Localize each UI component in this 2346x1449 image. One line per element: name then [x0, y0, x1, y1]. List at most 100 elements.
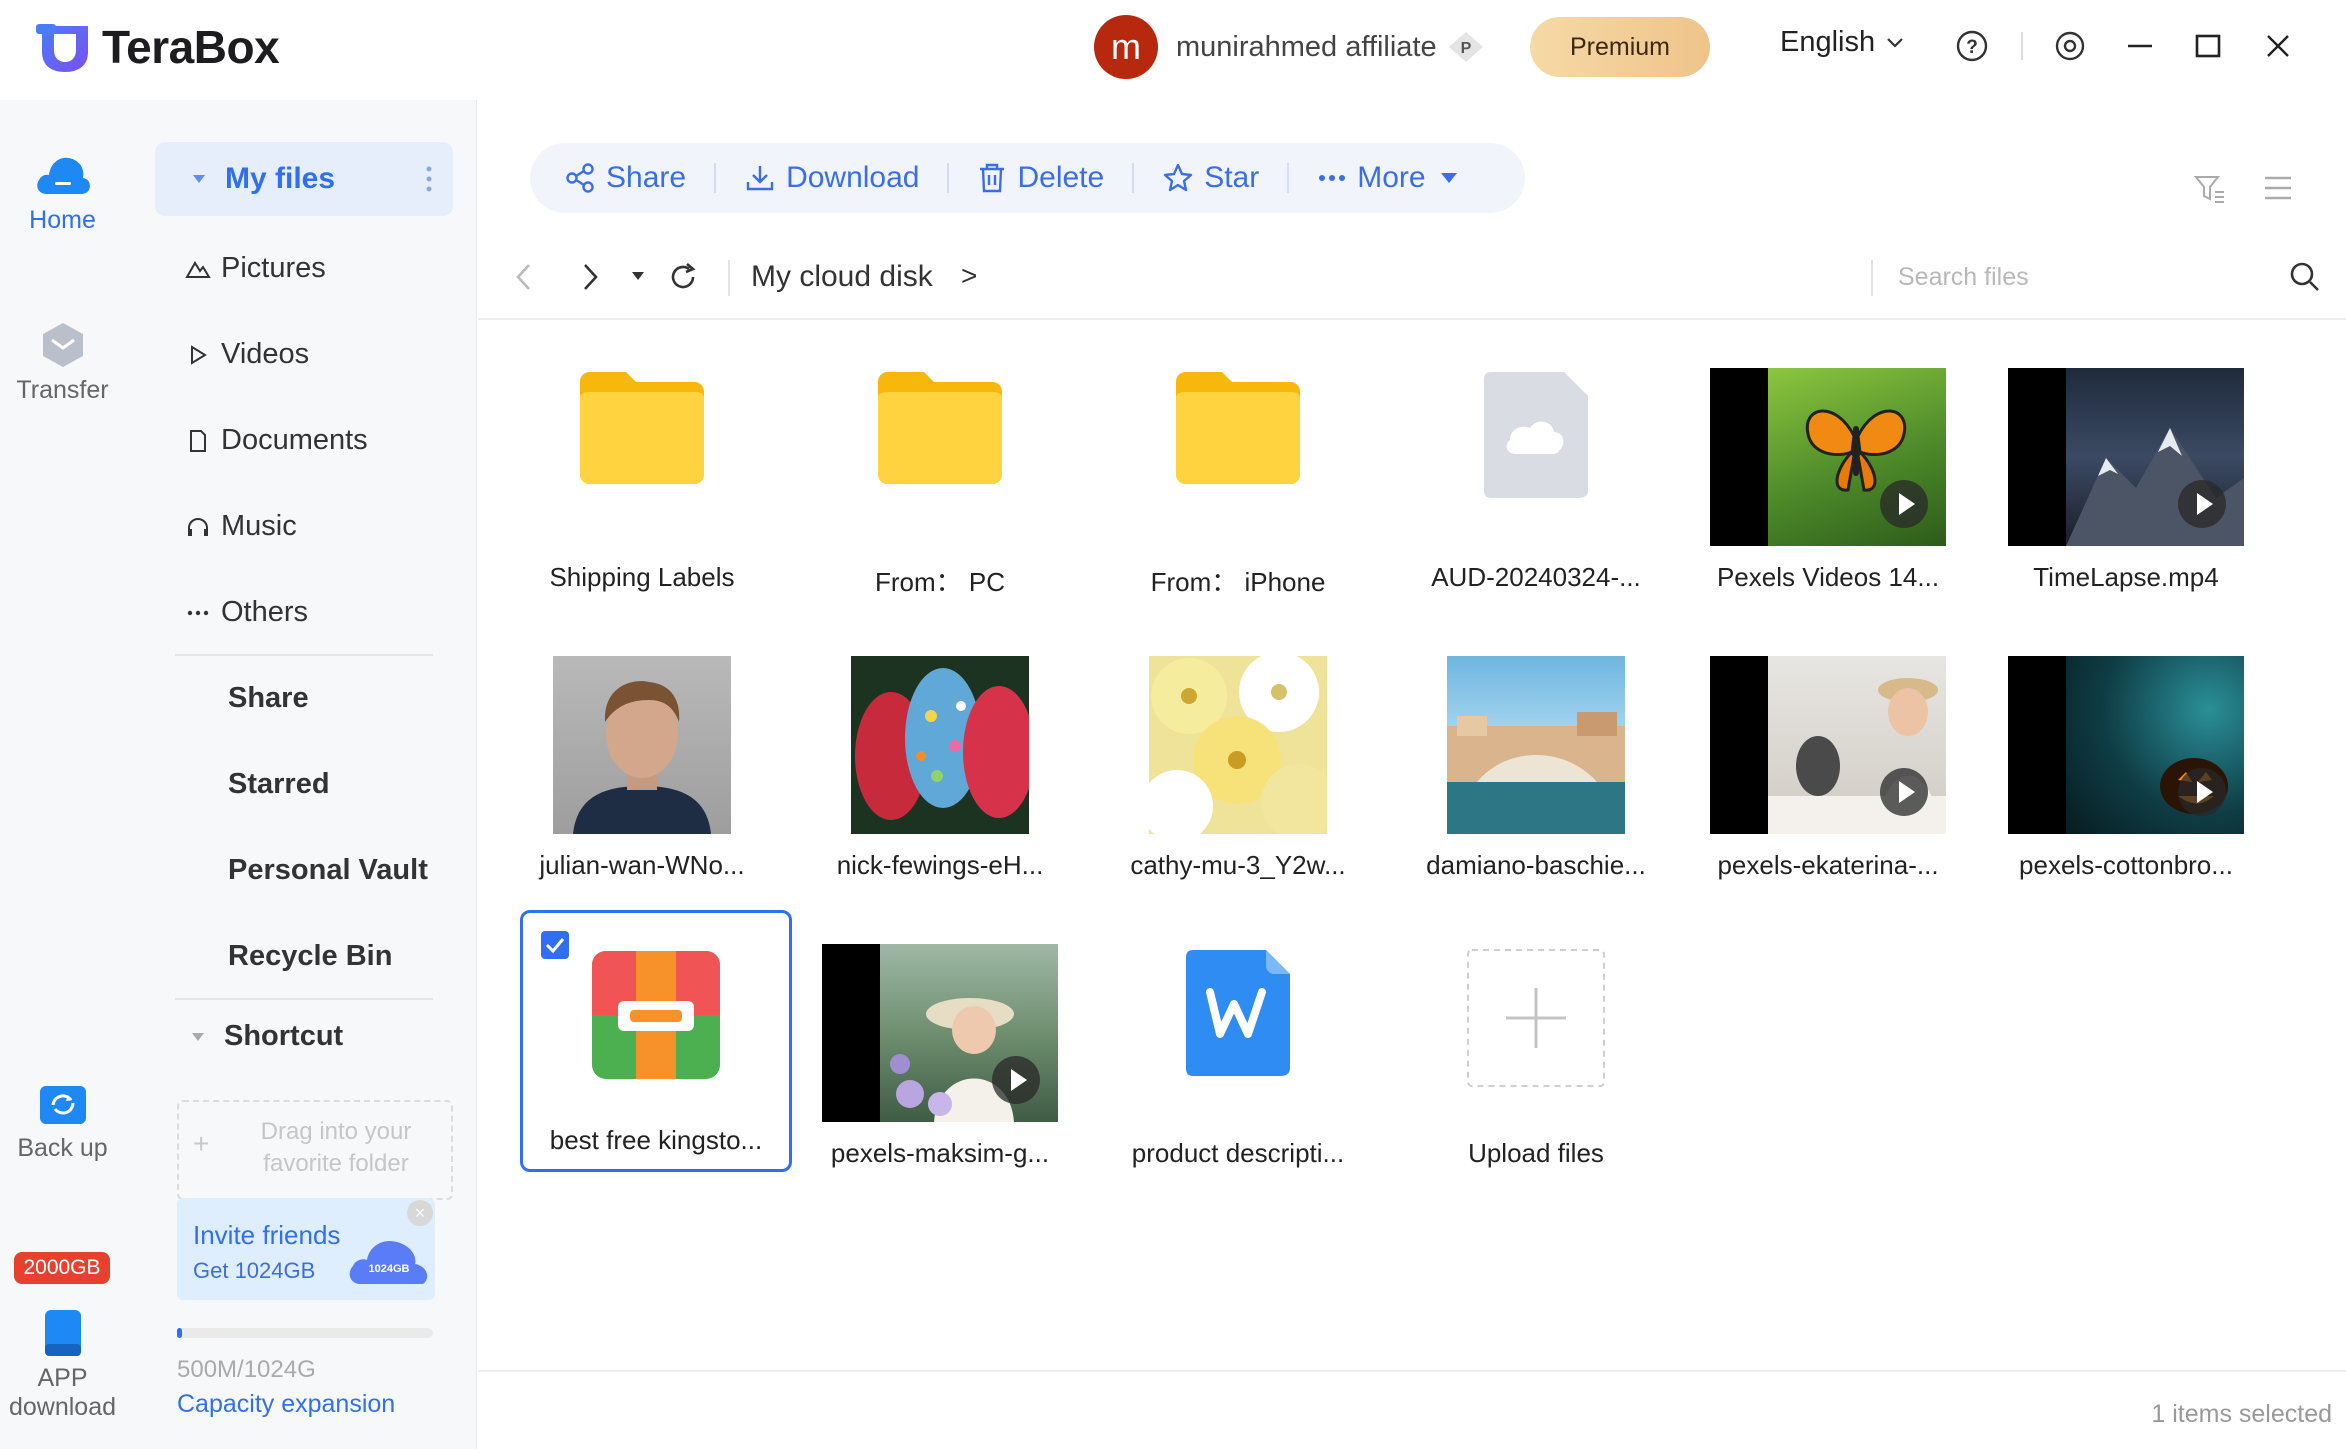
refresh-icon[interactable]: [666, 260, 700, 294]
share-button[interactable]: Share: [564, 161, 686, 195]
file-tile-folder[interactable]: From： PC: [806, 344, 1074, 597]
file-name: pexels-maksim-g...: [830, 1138, 1050, 1168]
list-view-icon[interactable]: [2262, 172, 2294, 204]
rail-home[interactable]: Home: [0, 150, 125, 235]
folder-icon: [1176, 372, 1300, 484]
ellipsis-icon: [1319, 175, 1346, 181]
file-tile-audio[interactable]: AUD-20240324-...: [1402, 344, 1670, 592]
file-tile-image[interactable]: nick-fewings-eH...: [806, 632, 1074, 880]
app-name: TeraBox: [102, 21, 280, 73]
rail-transfer-label: Transfer: [16, 376, 109, 404]
transfer-icon: [42, 323, 83, 367]
file-tile-video[interactable]: Pexels Videos 14...: [1694, 344, 1962, 592]
app-download-label-2: download: [8, 1393, 117, 1421]
sidebar-item-personal-vault[interactable]: Personal Vault: [228, 854, 428, 887]
sidebar-item-videos[interactable]: Videos: [185, 338, 309, 371]
breadcrumb-my-cloud-disk[interactable]: My cloud disk: [751, 260, 933, 294]
upload-files-tile[interactable]: Upload files: [1402, 920, 1670, 1168]
word-document-icon: [1186, 950, 1290, 1076]
sidebar-item-recycle-bin[interactable]: Recycle Bin: [228, 940, 392, 973]
file-tile-folder[interactable]: Shipping Labels: [508, 344, 776, 592]
file-name: nick-fewings-eH...: [836, 850, 1044, 880]
image-thumbnail: [1149, 656, 1327, 834]
file-name: cathy-mu-3_Y2w...: [1130, 850, 1346, 880]
search-icon[interactable]: [2288, 260, 2322, 294]
sidebar-item-share[interactable]: Share: [228, 682, 309, 715]
caret-down-icon: [193, 175, 205, 183]
sidebar-item-others[interactable]: Others: [185, 596, 308, 629]
search-divider: [1871, 260, 1873, 296]
file-tile-video[interactable]: pexels-ekaterina-...: [1694, 632, 1962, 880]
left-rail: Home Transfer Back up 2000GB APP downloa…: [0, 100, 135, 1449]
premium-button[interactable]: Premium: [1530, 17, 1710, 77]
shortcut-drop-zone[interactable]: + Drag into your favorite folder: [177, 1100, 453, 1200]
video-thumbnail: [822, 944, 1058, 1122]
help-icon[interactable]: ?: [1952, 26, 1992, 66]
file-name: pexels-cottonbro...: [2019, 850, 2233, 880]
sidebar-item-my-files[interactable]: My files: [155, 142, 453, 216]
sidebar-item-starred[interactable]: Starred: [228, 768, 330, 801]
play-icon: [2178, 768, 2226, 816]
rail-backup[interactable]: Back up: [0, 1080, 125, 1163]
back-arrow-icon[interactable]: [512, 260, 536, 294]
filter-icon[interactable]: [2193, 172, 2227, 206]
language-selector[interactable]: English: [1780, 26, 1905, 59]
search-input[interactable]: [1898, 254, 2258, 300]
storage-badge: 2000GB: [14, 1252, 110, 1284]
settings-icon[interactable]: [2050, 26, 2090, 66]
breadcrumb-arrow[interactable]: >: [961, 260, 977, 292]
sidebar-item-pictures[interactable]: Pictures: [185, 252, 326, 285]
download-icon: [746, 166, 774, 191]
star-button[interactable]: Star: [1162, 161, 1259, 195]
more-vertical-icon[interactable]: [425, 164, 433, 194]
delete-label: Delete: [1017, 161, 1105, 194]
file-tile-image[interactable]: cathy-mu-3_Y2w...: [1104, 632, 1372, 880]
file-tile-video[interactable]: TimeLapse.mp4: [1992, 344, 2260, 592]
invite-friends-banner[interactable]: Invite friends Get 1024GB 1024GB ×: [177, 1198, 435, 1300]
language-label: English: [1780, 26, 1876, 58]
minimize-icon[interactable]: [2120, 26, 2160, 66]
file-name: From： iPhone: [1150, 567, 1326, 597]
sidebar-item-label: Others: [221, 596, 309, 628]
folder-icon: [580, 372, 704, 484]
backup-icon: [39, 1086, 86, 1124]
delete-button[interactable]: Delete: [977, 161, 1104, 195]
drop-hint: Drag into your favorite folder: [260, 1118, 412, 1177]
forward-arrow-icon[interactable]: [578, 260, 602, 294]
svg-text:?: ?: [1966, 37, 1978, 58]
file-tile-folder[interactable]: From： iPhone: [1104, 344, 1372, 597]
my-files-label: My files: [225, 162, 336, 195]
more-button[interactable]: More: [1317, 161, 1467, 195]
file-tile-archive[interactable]: best free kingsto...: [520, 910, 792, 1172]
file-tile-image[interactable]: damiano-baschie...: [1402, 632, 1670, 880]
sidebar-item-documents[interactable]: Documents: [185, 424, 368, 457]
file-tile-document[interactable]: product descripti...: [1104, 920, 1372, 1168]
sidebar-item-music[interactable]: Music: [185, 510, 297, 543]
folder-icon: [878, 372, 1002, 484]
play-icon: [1880, 480, 1928, 528]
toolbar-divider: [947, 163, 950, 193]
history-dropdown-icon[interactable]: [630, 270, 646, 282]
close-banner-icon[interactable]: ×: [407, 1200, 433, 1226]
file-tile-video[interactable]: pexels-cottonbro...: [1992, 632, 2260, 880]
rail-app-download[interactable]: APP download: [0, 1308, 125, 1422]
video-play-icon: [185, 344, 211, 366]
close-icon[interactable]: [2258, 26, 2298, 66]
rail-transfer[interactable]: Transfer: [0, 320, 125, 405]
avatar[interactable]: m: [1094, 15, 1158, 79]
maximize-icon[interactable]: [2188, 26, 2228, 66]
file-tile-video[interactable]: pexels-maksim-g...: [806, 920, 1074, 1168]
download-button[interactable]: Download: [744, 161, 919, 195]
username[interactable]: munirahmed affiliate: [1176, 31, 1437, 64]
file-name: julian-wan-WNo...: [539, 850, 745, 880]
file-tile-image[interactable]: julian-wan-WNo...: [508, 632, 776, 880]
selected-checkbox[interactable]: [541, 931, 569, 959]
headphones-icon: [185, 516, 211, 538]
caret-down-icon: [192, 1032, 204, 1041]
sidebar-item-shortcut[interactable]: Shortcut: [190, 1020, 343, 1053]
user-profile[interactable]: m munirahmed affiliate P: [1094, 15, 1485, 79]
app-logo: TeraBox: [36, 20, 280, 74]
capacity-expansion-link[interactable]: Capacity expansion: [177, 1390, 395, 1419]
star-icon: [1164, 163, 1193, 192]
storage-progress-fill: [177, 1328, 183, 1338]
